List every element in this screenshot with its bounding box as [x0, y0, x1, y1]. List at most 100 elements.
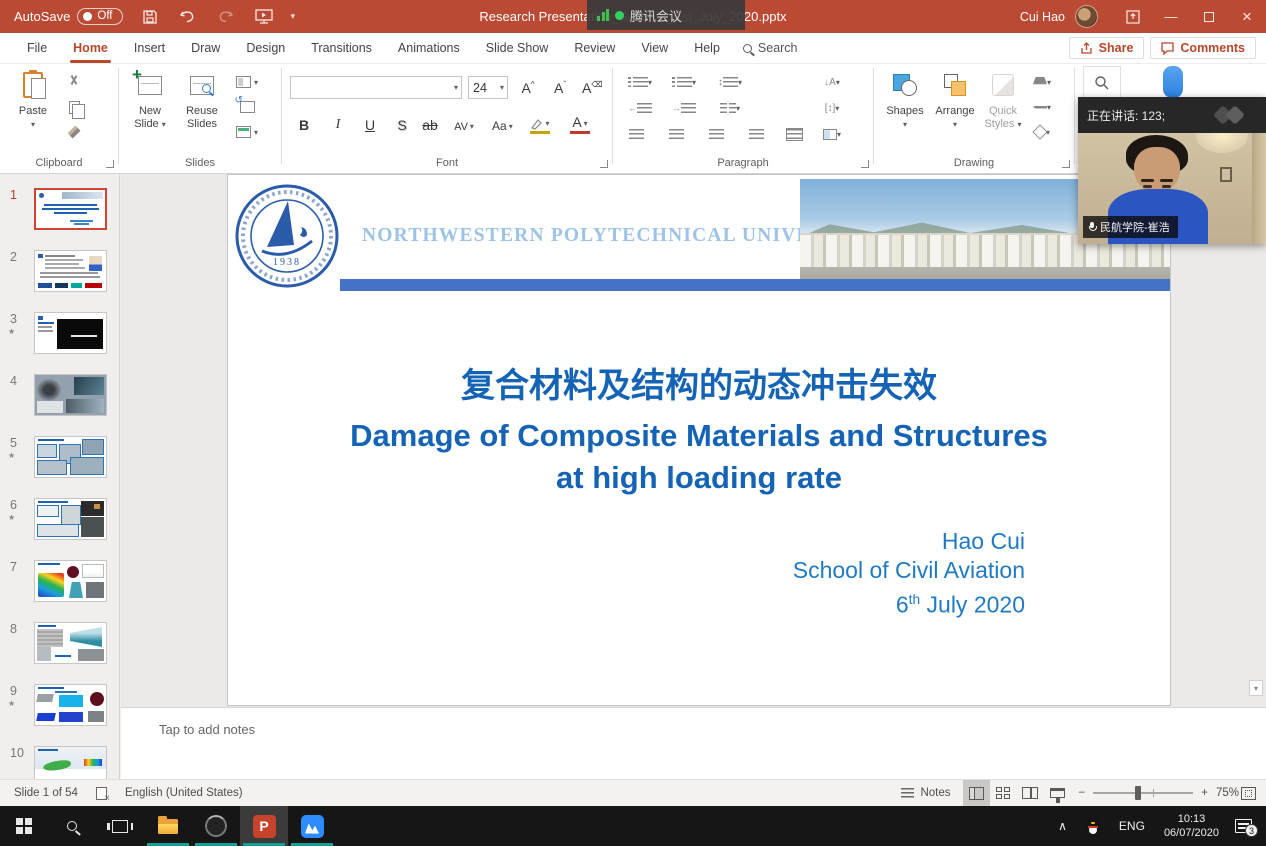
start-button[interactable] [0, 806, 48, 846]
powerpoint-taskbar-button[interactable]: P [240, 806, 288, 846]
save-icon[interactable] [139, 7, 161, 27]
slide-thumbnail-panel[interactable]: 1 2 [0, 174, 120, 779]
meeting-video-overlay[interactable]: 正在讲话: 123; 民航学院-崔浩 [1078, 97, 1266, 244]
thumbnail-slide-8[interactable]: 8 [0, 622, 120, 664]
thumbnail-image[interactable] [34, 684, 107, 726]
start-slideshow-icon[interactable] [253, 7, 275, 27]
tencent-meeting-taskbar-button[interactable] [288, 806, 336, 846]
tab-insert[interactable]: Insert [121, 34, 178, 62]
slide-title-block[interactable]: 复合材料及结构的动态冲击失效 Damage of Composite Mater… [248, 358, 1150, 499]
notes-toggle-button[interactable]: Notes [889, 787, 962, 799]
tab-animations[interactable]: Animations [385, 34, 473, 62]
task-view-button[interactable] [96, 806, 144, 846]
tab-transitions[interactable]: Transitions [298, 34, 385, 62]
taskbar-search-button[interactable] [48, 806, 96, 846]
paste-button[interactable]: Paste ▾ [8, 68, 58, 131]
thumbnail-slide-5[interactable]: 5 ★ [0, 436, 120, 478]
comments-button[interactable]: Comments [1150, 37, 1256, 59]
thumbnail-image[interactable] [34, 188, 107, 230]
cut-button[interactable] [62, 72, 86, 92]
autosave-pill[interactable]: Off [77, 8, 122, 25]
align-text-button[interactable]: [↕]▾ [819, 98, 845, 118]
qq-tray-button[interactable] [1076, 806, 1110, 846]
action-center-button[interactable]: 3 [1235, 819, 1252, 833]
slide-layout-button[interactable]: ▾ [235, 72, 259, 92]
slide-editor[interactable]: 1938 NORTHWESTERN POLYTECHNICAL UNIVERSI… [121, 174, 1266, 707]
zoom-level[interactable]: 75% [1216, 787, 1239, 799]
reading-view-button[interactable] [1017, 780, 1044, 807]
align-right-button[interactable] [703, 124, 729, 144]
avatar[interactable] [1075, 5, 1098, 28]
thumbnail-image[interactable] [34, 374, 107, 416]
account-name[interactable]: Cui Hao [1020, 10, 1065, 24]
undo-icon[interactable] [177, 7, 199, 27]
text-highlight-button[interactable]: ▾ [530, 112, 550, 134]
fit-slide-to-window-button[interactable] [1241, 787, 1256, 800]
text-shadow-button[interactable]: S [392, 112, 412, 134]
distribute-button[interactable] [781, 124, 807, 144]
thumbnail-slide-9[interactable]: 9 ★ [0, 684, 120, 726]
slide-sorter-view-button[interactable] [990, 780, 1017, 807]
tab-slide-show[interactable]: Slide Show [473, 34, 562, 62]
slide-canvas[interactable]: 1938 NORTHWESTERN POLYTECHNICAL UNIVERSI… [228, 175, 1170, 705]
decrease-font-size-button[interactable]: Aˇ [550, 75, 570, 97]
zoom-in-button[interactable]: + [1201, 787, 1208, 799]
paste-dropdown-icon[interactable]: ▾ [8, 118, 58, 131]
format-painter-button[interactable] [62, 122, 86, 142]
find-button[interactable] [1083, 66, 1121, 100]
tab-view[interactable]: View [628, 34, 681, 62]
author-block[interactable]: Hao Cui School of Civil Aviation 6th Jul… [793, 527, 1025, 620]
font-color-button[interactable]: A▾ [570, 112, 590, 134]
language-status[interactable]: English (United States) [125, 787, 243, 799]
thumbnail-image[interactable] [34, 250, 107, 292]
zoom-slider-handle[interactable] [1135, 786, 1141, 800]
thumbnail-slide-6[interactable]: 6 ★ [0, 498, 120, 540]
tray-expand-button[interactable]: ∧ [1049, 806, 1076, 846]
tab-home[interactable]: Home [60, 34, 121, 62]
quick-styles-button[interactable]: Quick Styles ▾ [978, 68, 1028, 131]
zoom-out-button[interactable]: − [1079, 787, 1086, 799]
quick-access-dropdown-icon[interactable]: ▾ [291, 11, 296, 22]
recorder-app-button[interactable] [192, 806, 240, 846]
italic-button[interactable]: I [328, 112, 348, 134]
change-case-button[interactable]: Aa▾ [492, 112, 513, 134]
dictate-icon[interactable] [1163, 66, 1183, 98]
shape-fill-button[interactable]: ▾ [1030, 72, 1054, 92]
thumbnail-slide-4[interactable]: 4 [0, 374, 120, 416]
tab-help[interactable]: Help [681, 34, 733, 62]
restore-button[interactable] [1190, 0, 1228, 33]
thumbnail-slide-10[interactable]: 10 [0, 746, 120, 779]
decrease-indent-button[interactable]: ← [627, 98, 653, 118]
tab-review[interactable]: Review [561, 34, 628, 62]
text-direction-button[interactable]: ↓A▾ [819, 72, 845, 92]
thumbnail-slide-1[interactable]: 1 [0, 188, 120, 230]
zoom-slider[interactable] [1093, 792, 1193, 794]
align-left-button[interactable] [623, 124, 649, 144]
increase-indent-button[interactable]: → [671, 98, 697, 118]
bold-button[interactable]: B [294, 112, 314, 134]
font-size-dropdown-icon[interactable]: ▾ [500, 83, 504, 92]
character-spacing-button[interactable]: AV▾ [454, 112, 474, 134]
copy-button[interactable] [62, 97, 86, 117]
file-explorer-button[interactable] [144, 806, 192, 846]
font-name-combo[interactable]: ▾ [290, 76, 462, 99]
thumbnail-image[interactable] [34, 498, 107, 540]
autosave-toggle[interactable]: AutoSave Off [14, 8, 123, 25]
input-language-button[interactable]: ENG [1110, 806, 1154, 846]
notes-panel[interactable]: Tap to add notes [121, 707, 1266, 779]
font-dialog-launcher-icon[interactable] [600, 160, 608, 168]
line-spacing-button[interactable]: ↕▾ [717, 72, 743, 92]
underline-button[interactable]: U [360, 112, 380, 134]
minimize-button[interactable]: — [1152, 0, 1190, 33]
webcam-video[interactable]: 民航学院-崔浩 [1078, 133, 1266, 244]
bullets-button[interactable]: ▾ [627, 72, 653, 92]
thumbnail-image[interactable] [34, 436, 107, 478]
reset-slide-button[interactable] [235, 97, 259, 117]
redo-icon[interactable] [215, 7, 237, 27]
thumbnail-image[interactable] [34, 560, 107, 602]
thumbnail-image[interactable] [34, 746, 107, 779]
arrange-button[interactable]: Arrange ▾ [930, 68, 980, 131]
tab-file[interactable]: File [14, 34, 60, 62]
convert-smartart-button[interactable]: ▾ [819, 124, 845, 144]
columns-button[interactable]: ▾ [717, 98, 743, 118]
